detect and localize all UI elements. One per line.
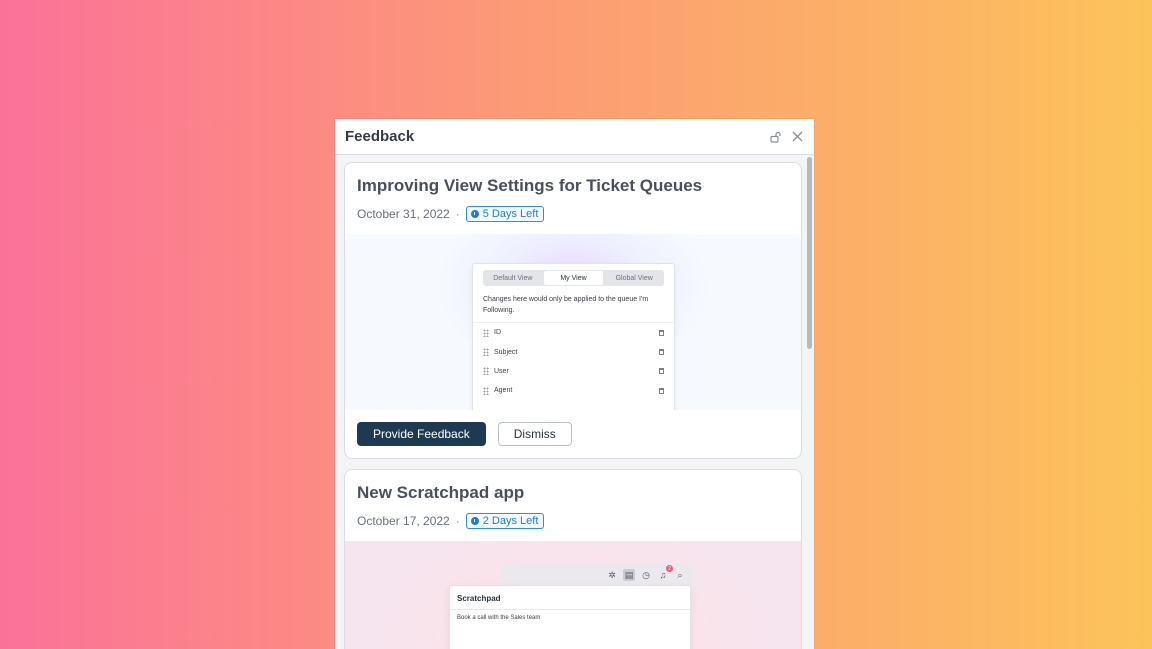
panel-header: Feedback: [335, 119, 814, 155]
meta-separator: ·: [455, 514, 460, 528]
mock-row: Agent: [473, 381, 674, 400]
card-title: New Scratchpad app: [357, 483, 525, 502]
mock-tab-default-view: Default View: [493, 274, 533, 282]
card-actions: Provide Feedback Dismiss: [345, 410, 801, 458]
dismiss-button[interactable]: Dismiss: [497, 422, 572, 446]
trash-icon: [659, 349, 664, 356]
days-left-badge: 5 Days Left: [465, 206, 545, 222]
badge-label: 2 Days Left: [482, 515, 539, 527]
close-icon[interactable]: [790, 130, 804, 144]
scratchpad-title: Scratchpad: [450, 586, 690, 610]
preview-image: Default View My View Global View Changes…: [345, 234, 801, 410]
clock-icon: [470, 210, 479, 218]
mock-tabs: Default View My View Global View: [483, 270, 664, 286]
feedback-list[interactable]: Improving View Settings for Ticket Queue…: [335, 155, 814, 649]
card-title: Improving View Settings for Ticket Queue…: [357, 176, 703, 195]
preview-image: ✲ ▤ ◷ ♫ 2 ⌕ Scratchpad Book a call with t…: [345, 541, 801, 649]
feedback-card: Improving View Settings for Ticket Queue…: [344, 162, 802, 459]
card-meta: October 31, 2022 · 5 Days Left: [345, 196, 801, 234]
card-date: October 17, 2022: [357, 514, 450, 528]
search-icon: ⌕: [677, 569, 683, 580]
scrollbar-thumb[interactable]: [807, 157, 812, 349]
mock-tab-global-view: Global View: [615, 274, 653, 282]
feedback-card: New Scratchpad app October 17, 2022 · 2 …: [344, 469, 802, 649]
unlock-icon[interactable]: [769, 130, 783, 144]
view-settings-mock: Default View My View Global View Changes…: [472, 263, 675, 410]
drag-handle-icon: [483, 386, 489, 395]
scratchpad-mock: Scratchpad Book a call with the Sales te…: [449, 585, 691, 649]
clock-icon: ◷: [642, 569, 650, 580]
note-icon: ▤: [623, 569, 635, 581]
days-left-badge: 2 Days Left: [465, 513, 545, 529]
drag-handle-icon: [483, 348, 489, 357]
provide-feedback-button[interactable]: Provide Feedback: [357, 422, 486, 446]
trash-icon: [659, 387, 664, 394]
mock-tab-my-view: My View: [543, 271, 604, 285]
trash-icon: [659, 368, 664, 375]
trash-icon: [659, 329, 664, 336]
drag-handle-icon: [483, 367, 489, 376]
scratchpad-text: Book a call with the Sales team: [457, 615, 541, 621]
panel-title: Feedback: [345, 128, 415, 145]
toolbar-mock: ✲ ▤ ◷ ♫ 2 ⌕: [502, 563, 694, 587]
clock-icon: [470, 517, 479, 525]
drag-handle-icon: [483, 328, 489, 337]
bell-icon: ♫ 2: [657, 565, 673, 581]
mock-row: Subject: [473, 342, 674, 361]
mock-row: User: [473, 362, 674, 381]
badge-label: 5 Days Left: [482, 208, 539, 220]
notification-count: 2: [666, 565, 673, 572]
meta-separator: ·: [455, 207, 460, 221]
card-meta: October 17, 2022 · 2 Days Left: [345, 503, 801, 541]
feedback-panel: Feedback Improving View Settings for Tic…: [335, 119, 814, 649]
sparkle-icon: ✲: [608, 569, 616, 580]
mock-notice: Changes here would only be applied to th…: [473, 286, 674, 323]
card-date: October 31, 2022: [357, 207, 450, 221]
mock-row: ID: [473, 323, 674, 342]
